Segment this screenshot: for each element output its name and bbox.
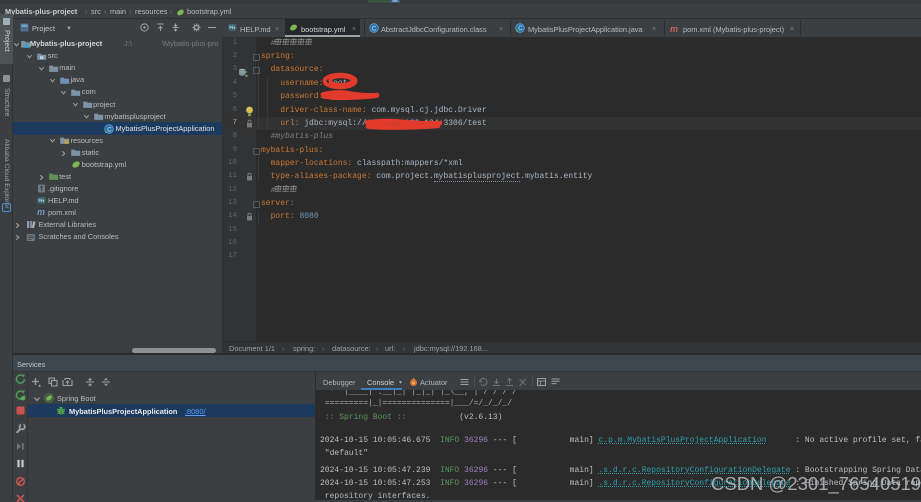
svg-text:C: C — [107, 127, 112, 133]
svg-text:C: C — [372, 25, 377, 32]
svg-text:C: C — [518, 26, 523, 32]
